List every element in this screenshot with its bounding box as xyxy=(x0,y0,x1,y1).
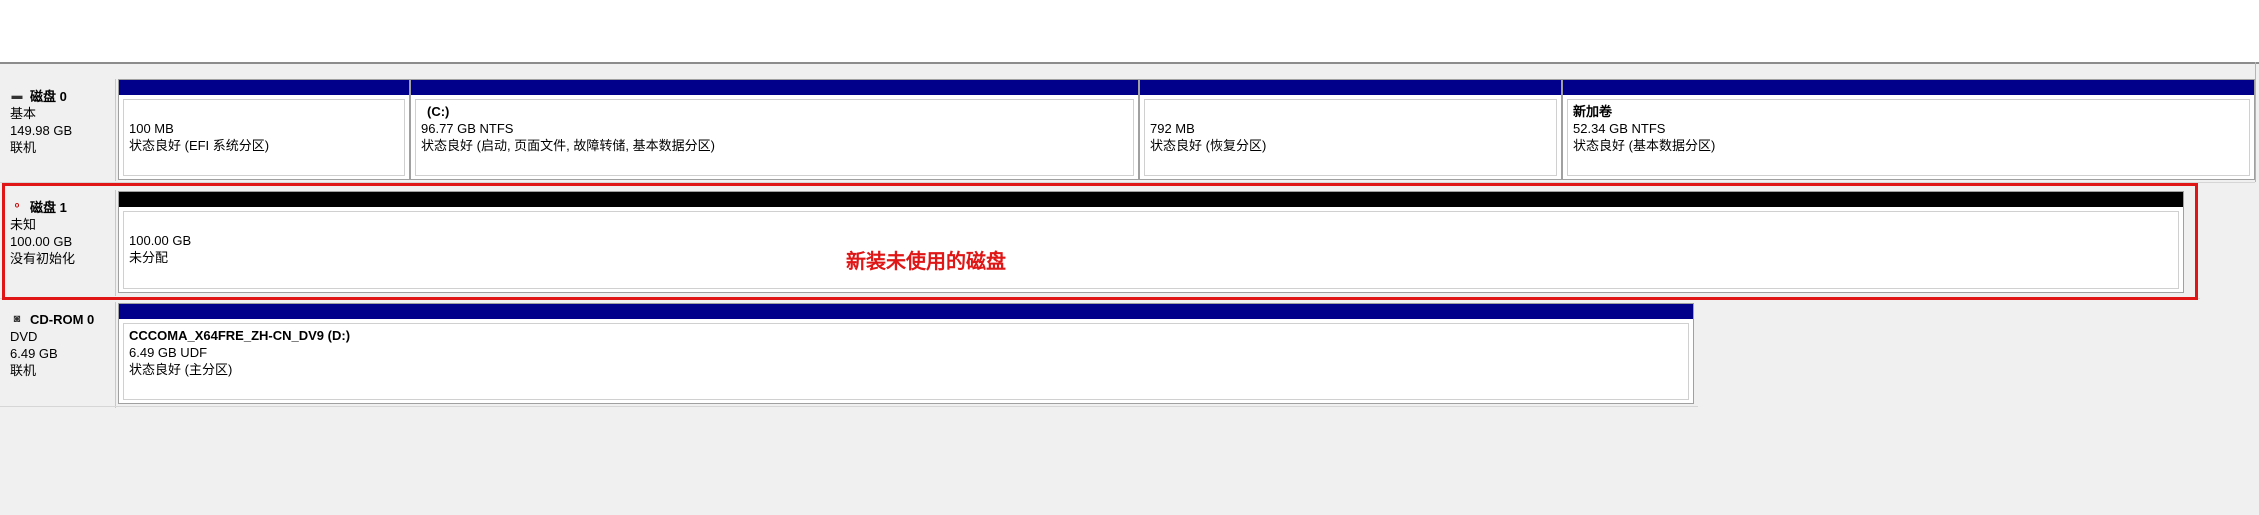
cdrom-icon: ◙ xyxy=(13,313,21,325)
partition-size: 792 MB xyxy=(1150,121,1195,136)
cdrom-0-status: 联机 xyxy=(10,363,37,378)
partition-bar xyxy=(119,80,409,95)
partition-status: 状态良好 (EFI 系统分区) xyxy=(129,138,270,153)
partition-size: 6.49 GB UDF xyxy=(129,345,208,360)
cdrom-0-name-row: ◙ CD-ROM 0 xyxy=(10,311,115,328)
disk-0-partition-efi[interactable]: 100 MB 状态良好 (EFI 系统分区) xyxy=(118,79,410,180)
disk-0-name: 磁盘 0 xyxy=(30,89,67,104)
disk-0-label[interactable]: ▬ 磁盘 0 基本 149.98 GB 联机 xyxy=(0,79,116,181)
partition-size: 100 MB xyxy=(129,121,174,136)
disk-icon: ▬ xyxy=(11,90,23,102)
cdrom-0-type: DVD xyxy=(10,329,38,344)
highlight-box xyxy=(2,183,2198,300)
disk-0-name-row: ▬ 磁盘 0 xyxy=(10,88,115,105)
pane-divider xyxy=(2255,62,2256,182)
partition-name: 新加卷 xyxy=(1573,104,1613,119)
partition-bar xyxy=(1140,80,1561,95)
disk-0-partition-recovery[interactable]: 792 MB 状态良好 (恢复分区) xyxy=(1139,79,1562,180)
partition-status: 状态良好 (启动, 页面文件, 故障转储, 基本数据分区) xyxy=(421,138,715,153)
disk-0-partition-new-volume[interactable]: 新加卷 52.34 GB NTFS 状态良好 (基本数据分区) xyxy=(1562,79,2255,180)
volume-list-pane[interactable] xyxy=(0,0,2259,64)
partition-bar xyxy=(119,304,1693,319)
disk-0-size: 149.98 GB xyxy=(10,123,73,138)
partition-size: 52.34 GB NTFS xyxy=(1573,121,1666,136)
partition-status: 状态良好 (恢复分区) xyxy=(1150,138,1267,153)
partition-name: CCCOMA_X64FRE_ZH-CN_DV9 (D:) xyxy=(129,328,351,343)
partition-size: 96.77 GB NTFS xyxy=(421,121,514,136)
partition-name: (C:) xyxy=(427,104,450,119)
partition-body: 792 MB 状态良好 (恢复分区) xyxy=(1144,99,1557,176)
partition-body: (C:) 96.77 GB NTFS 状态良好 (启动, 页面文件, 故障转储,… xyxy=(415,99,1134,176)
partition-status: 状态良好 (基本数据分区) xyxy=(1573,138,1716,153)
disk-0-partition-c[interactable]: (C:) 96.77 GB NTFS 状态良好 (启动, 页面文件, 故障转储,… xyxy=(410,79,1139,180)
partition-body: CCCOMA_X64FRE_ZH-CN_DV9 (D:) 6.49 GB UDF… xyxy=(123,323,1689,400)
partition-bar xyxy=(411,80,1138,95)
partition-body: 新加卷 52.34 GB NTFS 状态良好 (基本数据分区) xyxy=(1567,99,2250,176)
cdrom-0-size: 6.49 GB xyxy=(10,346,58,361)
cdrom-0-volume-d[interactable]: CCCOMA_X64FRE_ZH-CN_DV9 (D:) 6.49 GB UDF… xyxy=(118,303,1694,404)
disk-0-status: 联机 xyxy=(10,140,37,155)
disk-0-type: 基本 xyxy=(10,106,37,121)
cdrom-0-label[interactable]: ◙ CD-ROM 0 DVD 6.49 GB 联机 xyxy=(0,302,116,408)
cdrom-0-name: CD-ROM 0 xyxy=(30,312,95,327)
row-separator xyxy=(0,406,1698,407)
partition-body: 100 MB 状态良好 (EFI 系统分区) xyxy=(123,99,405,176)
partition-bar xyxy=(1563,80,2254,95)
partition-status: 状态良好 (主分区) xyxy=(129,362,233,377)
annotation-text: 新装未使用的磁盘 xyxy=(846,251,1006,273)
